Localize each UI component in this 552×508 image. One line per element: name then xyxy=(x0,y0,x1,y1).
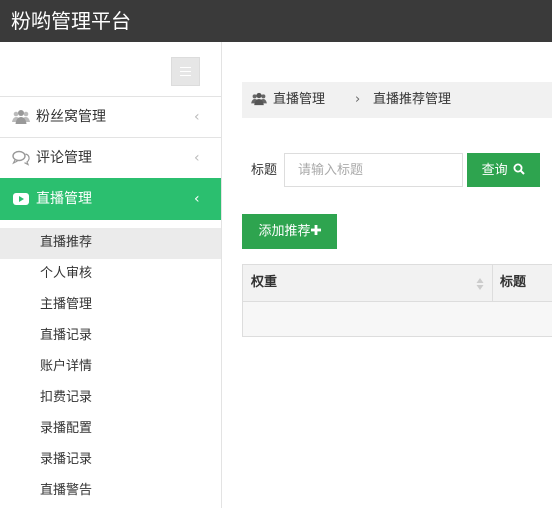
submenu-item-live-records[interactable]: 直播记录 xyxy=(0,321,221,352)
sidebar-toggle-area xyxy=(0,42,221,97)
submenu-item-anchor-management[interactable]: 主播管理 xyxy=(0,290,221,321)
users-icon xyxy=(12,110,30,124)
plus-icon xyxy=(310,225,321,235)
sidebar-item-label: 粉丝窝管理 xyxy=(36,109,106,125)
sidebar-item-label: 直播管理 xyxy=(36,191,92,207)
breadcrumb: 直播管理 › 直播推荐管理 xyxy=(242,82,552,118)
title-filter-label: 标题 xyxy=(251,163,278,178)
users-icon xyxy=(251,92,267,106)
breadcrumb-separator: › xyxy=(355,92,361,107)
submenu-item-recording-config[interactable]: 录播配置 xyxy=(0,414,221,445)
submenu-item-label: 录播配置 xyxy=(40,421,93,436)
submenu-item-label: 个人审核 xyxy=(40,266,93,281)
column-header-label: 标题 xyxy=(500,275,527,290)
submenu-item-live-recommend[interactable]: 直播推荐 xyxy=(0,228,221,259)
add-recommendation-button[interactable]: 添加推荐 xyxy=(242,214,337,249)
sidebar-item-live[interactable]: 直播管理 ‹ xyxy=(0,178,221,220)
submenu-item-label: 账户详情 xyxy=(40,359,93,374)
submenu-item-label: 主播管理 xyxy=(40,297,93,312)
sidebar-item-fans[interactable]: 粉丝窝管理 ‹ xyxy=(0,97,221,138)
submenu-item-charge-records[interactable]: 扣费记录 xyxy=(0,383,221,414)
submenu-item-label: 直播警告 xyxy=(40,483,93,498)
submenu-item-label: 直播推荐 xyxy=(40,235,93,250)
submenu-item-label: 直播记录 xyxy=(40,328,93,343)
column-header-weight[interactable]: 权重 xyxy=(243,265,493,302)
search-button[interactable]: 查询 xyxy=(467,153,540,187)
submenu-item-personal-review[interactable]: 个人审核 xyxy=(0,259,221,290)
add-button-label: 添加推荐 xyxy=(258,224,311,239)
youtube-play-icon xyxy=(13,193,29,205)
menu-toggle-button[interactable] xyxy=(171,57,200,86)
submenu-item-recording-records[interactable]: 录播记录 xyxy=(0,445,221,476)
comments-icon xyxy=(12,150,30,166)
chevron-left-icon: ‹ xyxy=(194,109,200,125)
main-content: 直播管理 › 直播推荐管理 标题 查询 添加推荐 权重 标题 xyxy=(222,42,552,508)
title-search-input[interactable] xyxy=(284,153,463,187)
submenu-item-live-warnings[interactable]: 直播警告 xyxy=(0,476,221,507)
sidebar-item-comments[interactable]: 评论管理 ‹ xyxy=(0,138,221,179)
table-header: 权重 标题 xyxy=(243,265,552,302)
chevron-left-icon: ‹ xyxy=(194,150,200,166)
sidebar-item-label: 评论管理 xyxy=(36,150,92,166)
chevron-left-icon: ‹ xyxy=(194,191,200,207)
sidebar: 粉丝窝管理 ‹ 评论管理 ‹ 直播管理 ‹ 直播推荐 个人审核 主播管理 直播记… xyxy=(0,42,222,508)
submenu-item-label: 录播记录 xyxy=(40,452,93,467)
search-button-label: 查询 xyxy=(481,162,508,177)
column-header-label: 权重 xyxy=(251,275,278,290)
top-bar: 粉哟管理平台 xyxy=(0,0,552,42)
breadcrumb-parent[interactable]: 直播管理 xyxy=(273,91,325,109)
sort-icon[interactable] xyxy=(476,277,484,291)
search-icon xyxy=(513,163,526,175)
submenu-item-label: 扣费记录 xyxy=(40,390,93,405)
recommendation-table: 权重 标题 xyxy=(242,264,552,337)
app-title: 粉哟管理平台 xyxy=(11,9,131,33)
breadcrumb-current: 直播推荐管理 xyxy=(373,92,452,107)
submenu-item-account-details[interactable]: 账户详情 xyxy=(0,352,221,383)
